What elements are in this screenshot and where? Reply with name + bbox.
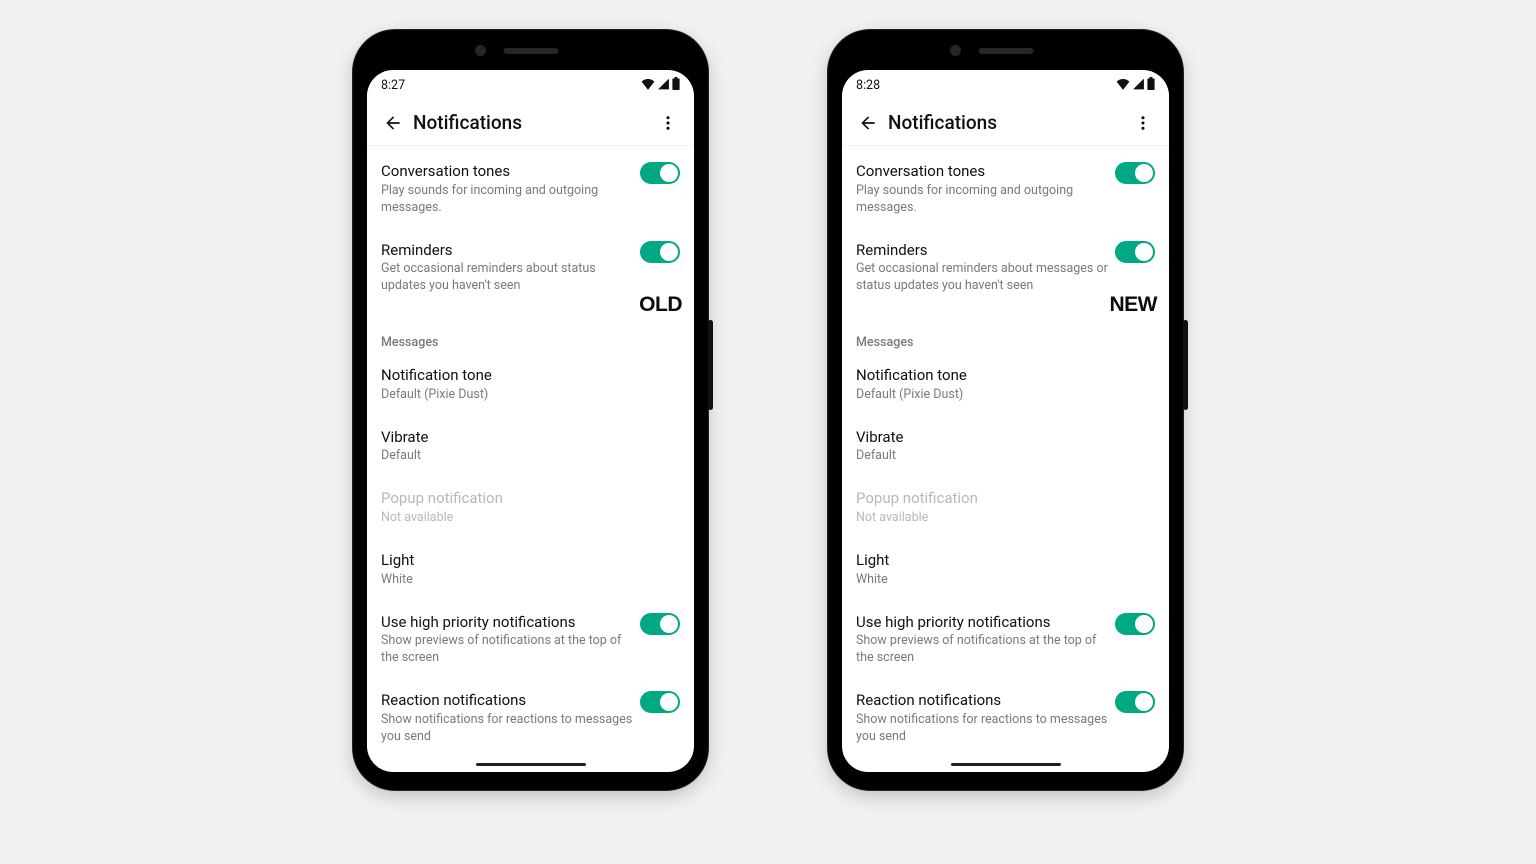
setting-conversation-tones[interactable]: Conversation tones Play sounds for incom… <box>367 150 694 229</box>
page-title: Notifications <box>888 111 997 134</box>
toggle-switch[interactable] <box>640 241 680 263</box>
toggle-switch[interactable] <box>1115 691 1155 713</box>
setting-subtitle: Default <box>856 448 1155 465</box>
setting-subtitle: Not available <box>381 510 680 527</box>
phone-screen: 8:28 Notifications <box>842 70 1169 772</box>
battery-icon <box>672 77 680 93</box>
setting-subtitle: White <box>856 572 1155 589</box>
setting-vibrate[interactable]: Vibrate Default <box>842 416 1169 478</box>
setting-reminders[interactable]: Reminders Get occasional reminders about… <box>842 229 1169 314</box>
setting-reminders[interactable]: Reminders Get occasional reminders about… <box>367 229 694 314</box>
app-bar: Notifications <box>842 100 1169 146</box>
setting-high-priority[interactable]: Use high priority notifications Show pre… <box>842 601 1169 680</box>
setting-title: Reaction notifications <box>381 691 634 710</box>
setting-subtitle: Play sounds for incoming and outgoing me… <box>856 183 1109 217</box>
status-icons <box>641 77 680 93</box>
wifi-icon <box>1116 78 1130 93</box>
setting-subtitle: Show notifications for reactions to mess… <box>856 712 1109 746</box>
phone-speaker <box>503 48 558 54</box>
section-header-messages: Messages <box>842 313 1169 354</box>
toggle-switch[interactable] <box>640 162 680 184</box>
back-button[interactable] <box>848 103 888 143</box>
setting-subtitle: Get occasional reminders about messages … <box>856 261 1109 295</box>
status-icons <box>1116 77 1155 93</box>
section-header-messages: Messages <box>367 313 694 354</box>
setting-notification-tone[interactable]: Notification tone Default (Pixie Dust) <box>842 354 1169 416</box>
setting-subtitle: Default (Pixie Dust) <box>381 387 680 404</box>
back-button[interactable] <box>373 103 413 143</box>
phone-speaker <box>978 48 1033 54</box>
home-indicator[interactable] <box>951 763 1061 766</box>
setting-subtitle: Default <box>381 448 680 465</box>
setting-title: Notification tone <box>381 366 680 385</box>
home-indicator[interactable] <box>476 763 586 766</box>
setting-subtitle: Not available <box>856 510 1155 527</box>
overflow-menu-button[interactable] <box>1123 103 1163 143</box>
setting-title: Light <box>381 551 680 570</box>
setting-reaction-notifications[interactable]: Reaction notifications Show notification… <box>367 679 694 758</box>
status-bar: 8:28 <box>842 70 1169 100</box>
setting-high-priority[interactable]: Use high priority notifications Show pre… <box>367 601 694 680</box>
setting-title: Use high priority notifications <box>856 613 1109 632</box>
page-title: Notifications <box>413 111 522 134</box>
setting-subtitle: Show previews of notifications at the to… <box>381 633 634 667</box>
signal-icon <box>1132 78 1145 93</box>
status-time: 8:27 <box>381 78 405 93</box>
setting-popup-notification: Popup notification Not available <box>842 477 1169 539</box>
overflow-menu-button[interactable] <box>648 103 688 143</box>
app-bar: Notifications <box>367 100 694 146</box>
comparison-badge-new: NEW <box>1110 293 1158 317</box>
setting-notification-tone[interactable]: Notification tone Default (Pixie Dust) <box>367 354 694 416</box>
setting-subtitle: Default (Pixie Dust) <box>856 387 1155 404</box>
battery-icon <box>1147 77 1155 93</box>
phone-screen: 8:27 Notifications <box>367 70 694 772</box>
setting-popup-notification: Popup notification Not available <box>367 477 694 539</box>
setting-title: Notification tone <box>856 366 1155 385</box>
comparison-badge-old: OLD <box>639 293 682 317</box>
setting-subtitle: Get occasional reminders about status up… <box>381 261 634 295</box>
setting-conversation-tones[interactable]: Conversation tones Play sounds for incom… <box>842 150 1169 229</box>
wifi-icon <box>641 78 655 93</box>
setting-title: Vibrate <box>856 428 1155 447</box>
phone-camera <box>950 45 961 56</box>
phone-camera <box>475 45 486 56</box>
signal-icon <box>657 78 670 93</box>
settings-list: Conversation tones Play sounds for incom… <box>367 146 694 772</box>
status-time: 8:28 <box>856 78 880 93</box>
setting-title: Reminders <box>381 241 634 260</box>
setting-light[interactable]: Light White <box>842 539 1169 601</box>
setting-subtitle: Show notifications for reactions to mess… <box>381 712 634 746</box>
setting-light[interactable]: Light White <box>367 539 694 601</box>
phone-mockup-old: 8:27 Notifications <box>353 30 708 790</box>
setting-title: Use high priority notifications <box>381 613 634 632</box>
setting-title: Conversation tones <box>856 162 1109 181</box>
setting-title: Popup notification <box>381 489 680 508</box>
settings-list: Conversation tones Play sounds for incom… <box>842 146 1169 772</box>
toggle-switch[interactable] <box>1115 241 1155 263</box>
setting-title: Vibrate <box>381 428 680 447</box>
toggle-switch[interactable] <box>640 691 680 713</box>
toggle-switch[interactable] <box>1115 162 1155 184</box>
setting-title: Light <box>856 551 1155 570</box>
phone-mockup-new: 8:28 Notifications <box>828 30 1183 790</box>
setting-title: Reminders <box>856 241 1109 260</box>
toggle-switch[interactable] <box>1115 613 1155 635</box>
setting-subtitle: Play sounds for incoming and outgoing me… <box>381 183 634 217</box>
setting-subtitle: Show previews of notifications at the to… <box>856 633 1109 667</box>
status-bar: 8:27 <box>367 70 694 100</box>
setting-title: Conversation tones <box>381 162 634 181</box>
setting-title: Popup notification <box>856 489 1155 508</box>
toggle-switch[interactable] <box>640 613 680 635</box>
setting-vibrate[interactable]: Vibrate Default <box>367 416 694 478</box>
setting-subtitle: White <box>381 572 680 589</box>
setting-title: Reaction notifications <box>856 691 1109 710</box>
setting-reaction-notifications[interactable]: Reaction notifications Show notification… <box>842 679 1169 758</box>
